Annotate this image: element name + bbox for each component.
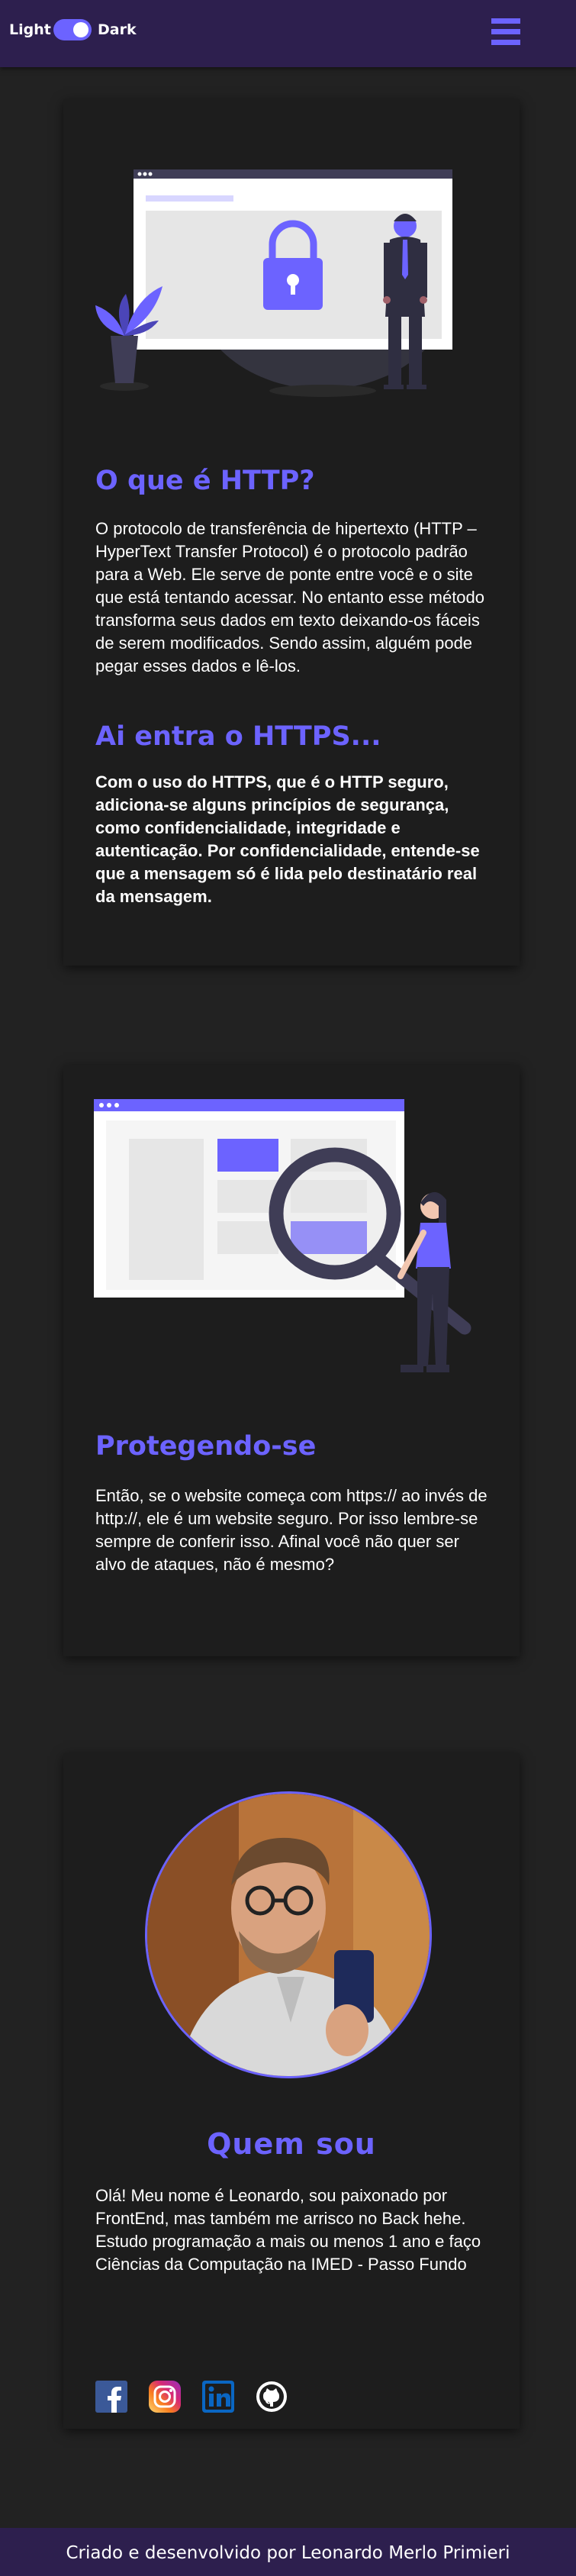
security-lock-illustration [95,169,452,397]
instagram-icon[interactable] [149,2381,181,2413]
facebook-icon[interactable] [95,2381,127,2413]
github-icon[interactable] [256,2381,288,2413]
top-bar: Light Dark [0,0,576,67]
protect-card: Protegendo-se Então, se o website começa… [63,1065,520,1656]
linkedin-icon[interactable] [202,2381,234,2413]
magnifier-illustration [94,1099,471,1372]
menu-icon[interactable] [491,18,520,46]
about-description: Olá! Meu nome é Leonardo, sou paixonado … [95,2186,481,2274]
protect-description: Então, se o website começa com https:// … [95,1486,488,1574]
https-subtitle: Ai entra o HTTPS... [95,721,381,752]
http-card: O que é HTTP? O protocolo de transferênc… [63,99,520,966]
theme-toggle-knob [73,22,88,37]
http-title: O que é HTTP? [95,466,315,496]
profile-photo [145,1791,432,2078]
http-description: O protocolo de transferência de hipertex… [95,519,485,675]
about-card: Quem sou Olá! Meu nome é Leonardo, sou p… [63,1753,520,2429]
dark-theme-label: Dark [98,21,137,38]
light-theme-label: Light [9,21,51,38]
protect-title: Protegendo-se [95,1431,317,1462]
footer-credits: Criado e desenvolvido por Leonardo Merlo… [66,2543,510,2563]
footer: Criado e desenvolvido por Leonardo Merlo… [0,2528,576,2576]
https-description: Com o uso do HTTPS, que é o HTTP seguro,… [95,772,480,906]
theme-toggle[interactable] [53,19,92,40]
about-title: Quem sou [207,2127,376,2161]
